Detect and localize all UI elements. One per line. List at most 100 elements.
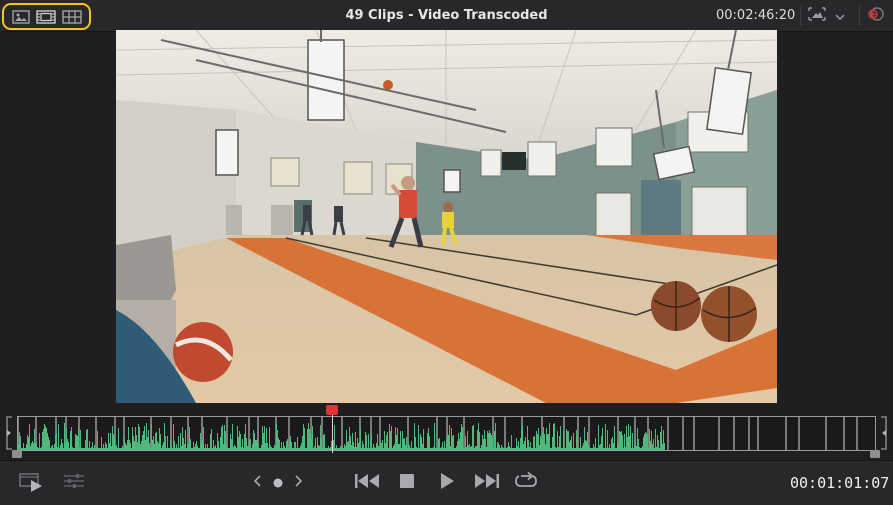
waveform-bar — [37, 447, 38, 450]
waveform-bar — [107, 448, 108, 450]
waveform-bar — [126, 445, 127, 450]
play-button[interactable] — [436, 471, 458, 495]
waveform-bar — [583, 443, 584, 450]
waveform-bar — [526, 448, 527, 450]
adjust-clip-button[interactable] — [60, 471, 88, 495]
waveform-bar — [231, 439, 232, 450]
waveform-bar — [298, 448, 299, 450]
video-frame[interactable] — [116, 30, 777, 403]
waveform-bar — [658, 440, 659, 450]
waveform-bar — [627, 437, 628, 450]
audio-waveform-strip[interactable] — [17, 416, 876, 451]
waveform-bar — [424, 448, 425, 450]
clip-viewer-button[interactable] — [18, 471, 46, 495]
waveform-bar — [41, 447, 42, 450]
waveform-bar — [639, 447, 640, 450]
out-point-marker[interactable] — [870, 450, 880, 458]
waveform-bar — [280, 448, 281, 450]
waveform-bar — [179, 448, 180, 450]
waveform-bar — [569, 442, 570, 450]
waveform-bar — [22, 448, 23, 450]
waveform-bar — [636, 446, 637, 450]
waveform-bar — [571, 436, 572, 450]
waveform-bar — [293, 448, 294, 450]
waveform-bar — [356, 447, 357, 450]
in-point-marker[interactable] — [12, 450, 22, 458]
waveform-bar — [541, 439, 542, 450]
waveform-bar — [586, 441, 587, 450]
waveform-bar — [379, 448, 380, 450]
waveform-bar — [529, 447, 530, 450]
waveform-bar — [457, 441, 458, 450]
waveform-bar — [281, 442, 282, 450]
waveform-bar — [520, 438, 521, 450]
waveform-bar — [85, 440, 86, 450]
dual-viewer-icon[interactable] — [36, 9, 57, 25]
waveform-bar — [349, 427, 350, 450]
scrubber-bar[interactable] — [0, 404, 893, 460]
waveform-bar — [263, 433, 264, 450]
waveform-bar — [430, 448, 431, 450]
fx-bypass-button[interactable] — [864, 6, 888, 26]
previous-clip-icon — [252, 473, 264, 493]
playhead-marker[interactable] — [326, 405, 338, 415]
dot-button[interactable] — [270, 475, 286, 491]
waveform-bar — [625, 447, 626, 450]
next-clip-icon — [292, 473, 304, 493]
waveform-bar — [272, 448, 273, 450]
waveform-bar — [572, 448, 573, 450]
waveform-bar — [121, 448, 122, 450]
waveform-bar — [32, 441, 33, 450]
waveform-bar — [294, 442, 295, 450]
jump-to-start-button[interactable] — [352, 471, 382, 495]
range-start-bracket[interactable] — [4, 416, 14, 450]
single-viewer-icon[interactable] — [11, 9, 31, 25]
waveform-bar — [434, 423, 435, 450]
waveform-bar — [530, 442, 531, 450]
stop-button[interactable] — [396, 471, 418, 495]
waveform-bar — [258, 444, 259, 450]
waveform-bar — [340, 446, 341, 450]
loop-button[interactable] — [512, 471, 540, 495]
next-clip-button[interactable] — [290, 473, 306, 493]
waveform-bar — [182, 427, 183, 450]
waveform-bar — [262, 426, 263, 450]
waveform-bar — [252, 444, 253, 450]
viewer-options-menu[interactable] — [806, 6, 852, 26]
waveform-bar — [604, 448, 605, 450]
range-end-bracket[interactable] — [879, 416, 889, 450]
waveform-bar — [461, 424, 462, 450]
waveform-bar — [519, 448, 520, 450]
waveform-bar — [411, 441, 412, 450]
waveform-bar — [111, 446, 112, 450]
waveform-bar — [220, 437, 221, 450]
waveform-bar — [641, 448, 642, 450]
waveform-bar — [654, 448, 655, 450]
waveform-bar — [426, 448, 427, 450]
waveform-bar — [490, 433, 491, 450]
waveform-bar — [159, 428, 160, 450]
waveform-bar — [94, 445, 95, 450]
waveform-bar — [139, 427, 140, 450]
previous-clip-button[interactable] — [250, 473, 266, 493]
clip-grid-icon[interactable] — [62, 9, 82, 25]
waveform-bar — [267, 443, 268, 450]
viewer-title: 49 Clips - Video Transcoded — [345, 8, 548, 23]
waveform-bar — [575, 448, 576, 450]
waveform-bar — [431, 448, 432, 450]
waveform-bar — [620, 432, 621, 450]
waveform-bar — [645, 432, 646, 450]
waveform-bar — [205, 444, 206, 450]
waveform-bar — [516, 438, 517, 450]
waveform-bar — [486, 447, 487, 450]
waveform-bar — [556, 448, 557, 450]
waveform-bar — [448, 435, 449, 450]
waveform-bar — [628, 424, 629, 450]
waveform-bar — [437, 448, 438, 450]
waveform-bar — [346, 430, 347, 450]
waveform-bar — [142, 435, 143, 450]
waveform-bar — [257, 438, 258, 450]
jump-to-end-button[interactable] — [472, 471, 502, 495]
waveform-bar — [372, 448, 373, 450]
waveform-bar — [478, 423, 479, 450]
